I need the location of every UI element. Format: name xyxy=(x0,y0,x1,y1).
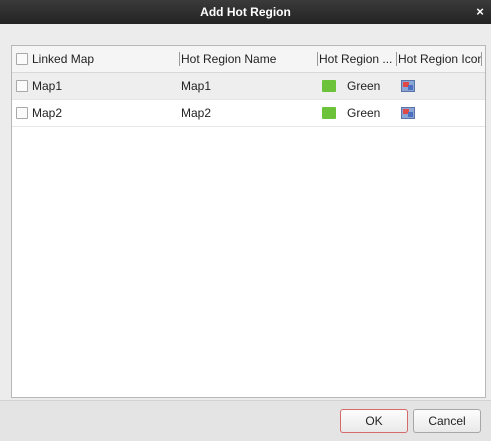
color-swatch[interactable] xyxy=(322,80,336,92)
map-region-icon[interactable] xyxy=(401,80,415,92)
cancel-button[interactable]: Cancel xyxy=(413,409,481,433)
column-header-hot-region-icon[interactable]: Hot Region Icon xyxy=(398,46,482,72)
column-header-hot-region-color[interactable]: Hot Region ... xyxy=(319,46,397,72)
column-divider[interactable] xyxy=(317,52,318,66)
map-region-icon[interactable] xyxy=(401,107,415,119)
linked-map-cell: Map1 xyxy=(32,79,63,93)
hot-region-table: Linked Map Hot Region Name Hot Region ..… xyxy=(11,45,486,398)
column-divider[interactable] xyxy=(481,52,482,66)
color-label: Green xyxy=(347,106,381,120)
color-label: Green xyxy=(347,79,381,93)
table-row[interactable]: Map1 Map1 Green xyxy=(12,73,485,100)
title-bar: Add Hot Region × xyxy=(0,0,491,24)
column-header-linked-map[interactable]: Linked Map xyxy=(32,46,172,72)
table-header: Linked Map Hot Region Name Hot Region ..… xyxy=(12,46,485,73)
column-header-hot-region-name[interactable]: Hot Region Name xyxy=(181,46,311,72)
dialog-title: Add Hot Region xyxy=(200,5,291,19)
table-row[interactable]: Map2 Map2 Green xyxy=(12,100,485,127)
dialog-footer: OK Cancel xyxy=(0,400,491,441)
hot-region-name-cell: Map1 xyxy=(181,79,212,93)
row-checkbox[interactable] xyxy=(16,80,28,92)
column-divider[interactable] xyxy=(179,52,180,66)
color-swatch[interactable] xyxy=(322,107,336,119)
dialog-content: Linked Map Hot Region Name Hot Region ..… xyxy=(0,24,491,441)
select-all-checkbox[interactable] xyxy=(16,53,28,65)
add-hot-region-dialog: Add Hot Region × Linked Map Hot Region N… xyxy=(0,0,491,441)
linked-map-cell: Map2 xyxy=(32,106,63,120)
ok-button[interactable]: OK xyxy=(340,409,408,433)
hot-region-name-cell: Map2 xyxy=(181,106,212,120)
close-button[interactable]: × xyxy=(471,0,489,24)
row-checkbox[interactable] xyxy=(16,107,28,119)
column-divider[interactable] xyxy=(396,52,397,66)
